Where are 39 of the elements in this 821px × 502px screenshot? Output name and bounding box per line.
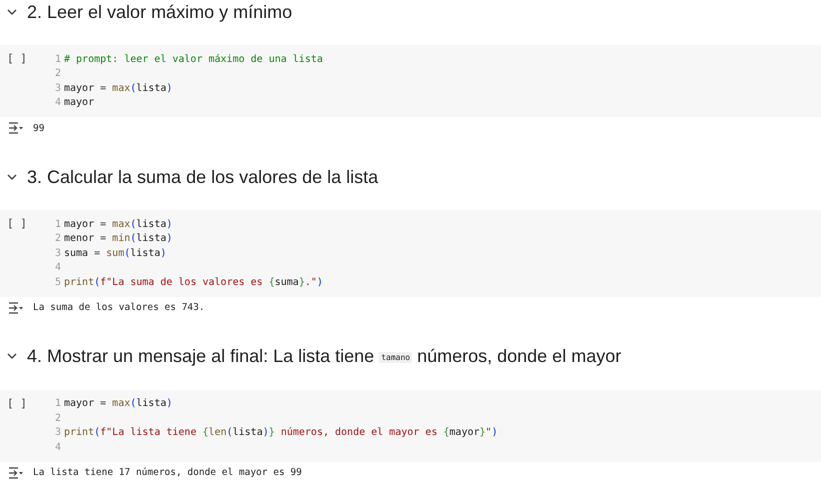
chevron-down-icon[interactable] <box>7 8 17 16</box>
line-number: 1 <box>54 218 61 230</box>
cell-output: La lista tiene 17 números, donde el mayor es 99 <box>33 467 302 478</box>
code-line: mayor = max(lista) <box>64 218 172 230</box>
line-number: 4 <box>54 262 61 274</box>
chevron-down-icon[interactable] <box>7 353 17 360</box>
output-toggle-icon[interactable] <box>8 302 23 314</box>
code-line: print(f"La lista tiene {len(lista)} números, donde el mayor es {mayor}") <box>64 427 498 438</box>
code-line: # prompt: leer el valor máximo de una lista <box>64 54 323 65</box>
code-line: print(f"La suma de los valores es {suma}.") <box>64 276 323 288</box>
line-number: 1 <box>54 54 61 65</box>
code-line: mayor <box>64 97 94 108</box>
line-number: 4 <box>54 442 61 453</box>
code-cell[interactable]: [ ] 1 mayor = max(lista) 2 3 print(f"La lista tiene {len(lista)} números, donde el mayor es {mayor}") 4 <box>0 390 821 462</box>
code-line: menor = min(lista) <box>64 233 172 244</box>
section-heading: 3. Calcular la suma de los valores de la lista <box>27 166 378 188</box>
run-cell-button[interactable]: [ ] <box>0 52 49 110</box>
line-number: 5 <box>54 276 61 288</box>
cell-output: La suma de los valores es 743. <box>33 302 205 313</box>
output-toggle-icon[interactable] <box>8 466 23 478</box>
line-number: 1 <box>54 398 61 410</box>
run-cell-button[interactable]: [ ] <box>0 217 49 290</box>
code-line: mayor = max(lista) <box>64 82 172 94</box>
line-number: 3 <box>54 427 61 438</box>
line-number: 2 <box>54 412 61 424</box>
code-line: suma = sum(lista) <box>64 248 166 259</box>
line-number: 3 <box>54 248 61 259</box>
line-number: 2 <box>54 233 61 244</box>
line-number: 2 <box>54 68 61 80</box>
code-cell[interactable]: [ ] 1 mayor = max(lista) 2 menor = min(lista) 3 suma = sum(lista) 4 5 print(f"La suma de los valores es {suma}.") <box>0 210 821 296</box>
section-heading: 2. Leer el valor máximo y mínimo <box>27 2 292 22</box>
code-line: mayor = max(lista) <box>64 398 172 410</box>
cell-output: 99 <box>33 122 44 134</box>
line-number: 4 <box>54 97 61 108</box>
chevron-down-icon[interactable] <box>7 174 17 180</box>
run-cell-button[interactable]: [ ] <box>0 396 49 454</box>
code-cell[interactable]: [ ] 1 # prompt: leer el valor máximo de una lista 2 3 mayor = max(lista) 4 mayor <box>0 45 821 117</box>
line-number: 3 <box>54 82 61 94</box>
output-toggle-icon[interactable] <box>8 122 23 134</box>
